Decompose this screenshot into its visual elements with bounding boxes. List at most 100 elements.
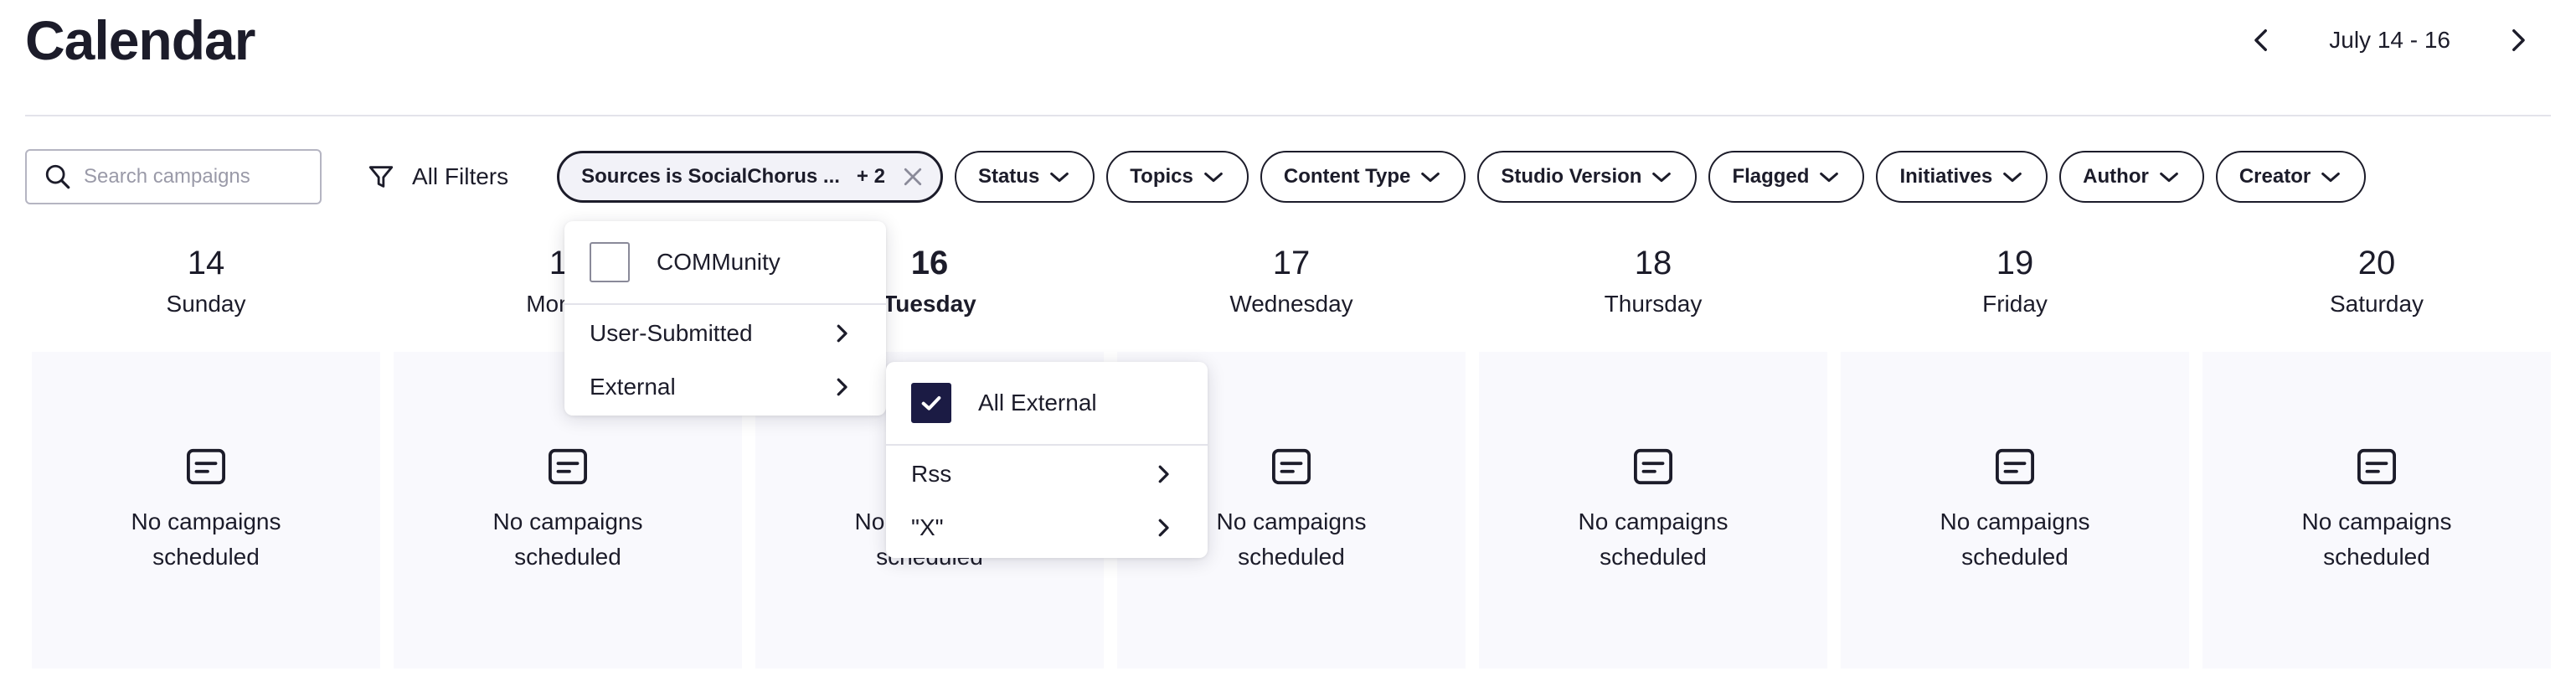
page-title: Calendar xyxy=(25,9,255,71)
day-number: 14 xyxy=(187,245,225,281)
close-icon[interactable] xyxy=(900,164,925,189)
search-icon xyxy=(45,164,70,189)
day-cell[interactable]: No campaigns scheduled xyxy=(2202,352,2551,669)
empty-state-text: No campaigns scheduled xyxy=(1216,509,1367,570)
week-grid: 14 Sunday No campaigns scheduled 15 Mond… xyxy=(32,243,2551,669)
day-cell[interactable]: No campaigns scheduled xyxy=(1479,352,1827,669)
message-icon xyxy=(2357,448,2396,485)
user-submitted-option[interactable]: User-Submitted xyxy=(564,307,886,360)
option-label: All External xyxy=(978,390,1097,416)
all-filters-label: All Filters xyxy=(412,163,509,189)
all-external-option[interactable]: All External xyxy=(886,362,1208,446)
date-range-label: July 14 - 16 xyxy=(2329,27,2450,53)
chevron-right-icon xyxy=(1158,465,1169,483)
checkmark-icon xyxy=(921,396,941,410)
sources-filter-chip[interactable]: Sources is SocialChorus ... + 2 xyxy=(557,151,943,203)
option-label: User-Submitted xyxy=(590,320,753,346)
chevron-down-icon xyxy=(1204,172,1223,183)
chevron-down-icon xyxy=(1652,172,1672,183)
author-filter-chip[interactable]: Author xyxy=(2059,151,2204,203)
topics-filter-chip[interactable]: Topics xyxy=(1106,151,1249,203)
day-header: 18 Thursday xyxy=(1479,243,1827,352)
empty-state-text: No campaigns scheduled xyxy=(1940,509,2090,570)
day-name: Saturday xyxy=(2329,291,2424,317)
chip-label: Creator xyxy=(2239,165,2311,188)
option-label: "X" xyxy=(911,514,944,540)
creator-filter-chip[interactable]: Creator xyxy=(2215,151,2367,203)
option-label: External xyxy=(590,374,676,400)
external-option[interactable]: External xyxy=(564,360,886,414)
message-icon xyxy=(549,448,587,485)
day-number: 18 xyxy=(1634,245,1672,281)
all-filters-button[interactable]: All Filters xyxy=(367,163,508,191)
chevron-down-icon xyxy=(1421,172,1440,183)
message-icon xyxy=(1996,448,2034,485)
rss-option[interactable]: Rss xyxy=(886,447,1208,501)
day-header: 19 Friday xyxy=(1841,243,2189,352)
chevron-down-icon xyxy=(1050,172,1069,183)
option-label: Rss xyxy=(911,461,952,487)
chip-label: Initiatives xyxy=(1899,165,1993,188)
sources-chip-key: Sources xyxy=(581,165,661,188)
day-header: 17 Wednesday xyxy=(1117,243,1466,352)
studio-version-filter-chip[interactable]: Studio Version xyxy=(1477,151,1698,203)
day-name: Sunday xyxy=(166,291,246,317)
external-submenu: All External Rss "X" xyxy=(886,362,1208,558)
message-icon xyxy=(1634,448,1672,485)
next-week-button[interactable] xyxy=(2492,17,2543,64)
day-column: 18 Thursday No campaigns scheduled xyxy=(1479,243,1827,669)
chip-label: Author xyxy=(2083,165,2149,188)
chip-label: Content Type xyxy=(1283,165,1411,188)
all-external-checkbox[interactable] xyxy=(911,383,951,423)
date-navigator: July 14 - 16 xyxy=(2237,17,2543,64)
chevron-right-icon xyxy=(1158,519,1169,537)
chevron-right-icon xyxy=(2512,28,2525,52)
chevron-right-icon xyxy=(837,324,848,343)
sources-dropdown: COMMunity User-Submitted External xyxy=(564,221,886,416)
day-number: 20 xyxy=(2357,245,2396,281)
initiatives-filter-chip[interactable]: Initiatives xyxy=(1876,151,2048,203)
chip-label: Status xyxy=(977,165,1040,188)
chevron-down-icon xyxy=(2159,172,2178,183)
day-name: Friday xyxy=(1982,291,2048,317)
sources-chip-value: is SocialChorus ... xyxy=(665,165,840,188)
day-name: Thursday xyxy=(1604,291,1703,317)
community-checkbox[interactable] xyxy=(590,242,630,282)
empty-state-text: No campaigns scheduled xyxy=(1578,509,1728,570)
search-input[interactable] xyxy=(84,165,293,188)
day-cell[interactable]: No campaigns scheduled xyxy=(1841,352,2189,669)
chevron-down-icon xyxy=(1820,172,1839,183)
x-option[interactable]: "X" xyxy=(886,501,1208,555)
filter-icon xyxy=(368,166,394,188)
day-number: 19 xyxy=(1996,245,2034,281)
empty-state-text: No campaigns scheduled xyxy=(492,509,643,570)
chip-label: Flagged xyxy=(1732,165,1810,188)
community-option[interactable]: COMMunity xyxy=(564,221,886,305)
chevron-down-icon xyxy=(2003,172,2022,183)
filter-bar: All Filters Sources is SocialChorus ... … xyxy=(25,149,2378,204)
message-icon xyxy=(187,448,225,485)
content-type-filter-chip[interactable]: Content Type xyxy=(1260,151,1466,203)
message-icon xyxy=(1272,448,1311,485)
chip-label: Studio Version xyxy=(1501,165,1642,188)
option-label: COMMunity xyxy=(657,249,781,275)
empty-state-text: No campaigns scheduled xyxy=(131,509,281,570)
day-header: 14 Sunday xyxy=(32,243,380,352)
day-column: 19 Friday No campaigns scheduled xyxy=(1841,243,2189,669)
chevron-down-icon xyxy=(2321,172,2341,183)
chevron-left-icon xyxy=(2254,28,2268,52)
status-filter-chip[interactable]: Status xyxy=(954,151,1095,203)
search-box[interactable] xyxy=(25,149,322,204)
chevron-right-icon xyxy=(837,378,848,396)
day-column: 14 Sunday No campaigns scheduled xyxy=(32,243,380,669)
flagged-filter-chip[interactable]: Flagged xyxy=(1708,151,1865,203)
chip-label: Topics xyxy=(1130,165,1193,188)
sources-chip-extra-count: + 2 xyxy=(856,165,885,188)
day-column: 20 Saturday No campaigns scheduled xyxy=(2202,243,2551,669)
header-divider xyxy=(25,115,2551,116)
day-header: 20 Saturday xyxy=(2202,243,2551,352)
empty-state-text: No campaigns scheduled xyxy=(2301,509,2452,570)
day-number: 17 xyxy=(1272,245,1311,281)
day-cell[interactable]: No campaigns scheduled xyxy=(32,352,380,669)
previous-week-button[interactable] xyxy=(2237,17,2287,64)
